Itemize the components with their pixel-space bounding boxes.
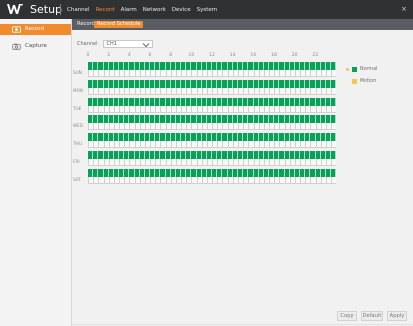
- bottom-divider: [72, 324, 413, 325]
- legend-label: Motion: [360, 78, 377, 84]
- app-logo-icon: [7, 4, 23, 14]
- day-label: SAT: [73, 176, 81, 182]
- legend-bullet: [346, 79, 349, 83]
- tab-record-schedule[interactable]: Record Schedule: [94, 21, 144, 28]
- sidebar-item-record[interactable]: Record: [0, 24, 71, 35]
- schedule-ticks: [88, 159, 337, 166]
- schedule-cell[interactable]: [331, 151, 337, 159]
- hour-label: 20: [291, 53, 298, 58]
- schedule-bar[interactable]: [88, 79, 337, 88]
- schedule-ticks: [88, 123, 337, 131]
- schedule-ticks: [88, 105, 337, 113]
- schedule-ticks: [88, 87, 337, 95]
- schedule-ticks: [88, 176, 337, 184]
- sidebar-item-label: Capture: [25, 43, 47, 49]
- schedule-bar[interactable]: [88, 133, 337, 142]
- schedule-bar[interactable]: [88, 168, 337, 177]
- menu-item-device[interactable]: Device: [169, 6, 194, 15]
- schedule-cell[interactable]: [331, 168, 337, 177]
- schedule-bar[interactable]: [88, 115, 337, 124]
- tick: [331, 141, 337, 149]
- hour-label: 10: [188, 53, 195, 58]
- schedule-cell[interactable]: [331, 97, 337, 106]
- menu-item-network[interactable]: Network: [140, 6, 169, 15]
- sidebar-item-capture[interactable]: Capture: [0, 41, 71, 52]
- legend-bullet: [346, 67, 349, 71]
- schedule-ticks: [88, 70, 337, 77]
- close-icon[interactable]: ×: [401, 5, 407, 14]
- tick: [331, 87, 337, 95]
- legend-item-normal[interactable]: Normal: [346, 63, 406, 75]
- hour-label: 8: [169, 53, 173, 58]
- schedule-cell[interactable]: [331, 133, 337, 142]
- channel-value: CH1: [106, 41, 117, 47]
- schedule-bar[interactable]: [88, 97, 337, 106]
- hour-label: 22: [312, 53, 319, 58]
- hour-label: 0: [86, 53, 90, 58]
- schedule-bar[interactable]: [88, 62, 337, 70]
- title-separator: [60, 4, 61, 15]
- chevron-down-icon: [142, 43, 149, 48]
- channel-label: Channel: [77, 41, 98, 47]
- menu-item-alarm[interactable]: Alarm: [118, 6, 140, 15]
- apply-button[interactable]: Apply: [387, 311, 407, 321]
- legend-swatch-motion: [352, 78, 357, 84]
- day-label: TUE: [73, 105, 82, 111]
- day-label: FRI: [73, 159, 80, 164]
- day-label: THU: [73, 141, 82, 147]
- tick: [331, 159, 337, 166]
- main-panel: Record Record Schedule Channel CH1 0 2 4 6 8…: [72, 19, 413, 326]
- legend: Normal Motion: [346, 63, 406, 87]
- hour-labels: 0 2 4 6 8 10 12 14 16 18 20 22: [86, 52, 336, 60]
- sidebar-item-label: Record: [25, 26, 45, 32]
- schedule-cell[interactable]: [331, 115, 337, 124]
- hour-label: 16: [250, 53, 257, 58]
- menu-item-channel[interactable]: Channel: [64, 6, 93, 15]
- day-label: MON: [73, 87, 84, 93]
- app-root: Setup Channel Record Alarm Network Devic…: [0, 0, 413, 326]
- top-bar: Setup Channel Record Alarm Network Devic…: [0, 0, 413, 19]
- schedule-ticks: [88, 141, 337, 149]
- tick: [331, 176, 337, 184]
- top-menu: Channel Record Alarm Network Device Syst…: [64, 6, 220, 15]
- menu-item-system[interactable]: System: [194, 6, 221, 15]
- channel-row: Channel CH1: [77, 39, 153, 49]
- sidebar: Record Capture: [0, 19, 72, 326]
- schedule-row: SAT: [73, 168, 337, 191]
- legend-item-motion[interactable]: Motion: [346, 75, 406, 87]
- schedule-bar[interactable]: [88, 151, 337, 159]
- hour-label: 12: [209, 53, 215, 58]
- camera-icon: [12, 43, 21, 50]
- action-bar: Copy Default Apply: [72, 311, 413, 322]
- schedule-grid[interactable]: SUN MON TUE WED THU FRI SAT: [73, 62, 337, 187]
- schedule-cell[interactable]: [331, 62, 337, 70]
- hour-label: 18: [271, 53, 277, 58]
- app-title: Setup: [30, 3, 63, 16]
- schedule-cell[interactable]: [331, 79, 337, 88]
- hour-label: 2: [107, 53, 111, 58]
- tick: [331, 70, 337, 77]
- tab-record[interactable]: Record: [77, 21, 95, 28]
- default-button[interactable]: Default: [361, 311, 383, 321]
- tick: [331, 123, 337, 131]
- menu-item-record[interactable]: Record: [93, 6, 118, 15]
- hour-label: 6: [148, 53, 152, 58]
- record-icon: [12, 26, 21, 33]
- day-label: WED: [73, 123, 84, 129]
- hour-label: 4: [127, 53, 131, 58]
- channel-select[interactable]: CH1: [102, 40, 153, 48]
- hour-label: 14: [229, 53, 236, 58]
- subtab-bar: Record Record Schedule: [72, 19, 413, 30]
- copy-button[interactable]: Copy: [337, 311, 357, 321]
- tick: [331, 105, 337, 113]
- legend-label: Normal: [360, 66, 378, 72]
- legend-swatch-normal: [352, 66, 357, 72]
- day-label: SUN: [73, 70, 82, 75]
